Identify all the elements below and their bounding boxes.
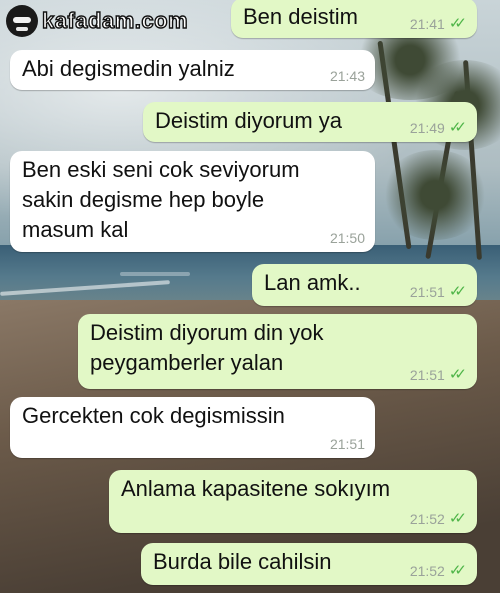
- read-receipt-icon: ✓✓: [448, 119, 467, 136]
- message-time: 21:49: [409, 120, 445, 136]
- message-text: Lan amk..: [264, 270, 361, 295]
- message-bubble-incoming[interactable]: Ben eski seni cok seviyorum sakin degism…: [10, 151, 375, 252]
- message-time: 21:52: [409, 563, 445, 579]
- message-bubble-outgoing[interactable]: Deistim diyorum ya 21:49 ✓✓: [143, 102, 477, 142]
- message-text: Ben eski seni cok seviyorum sakin degism…: [22, 157, 300, 242]
- message-bubble-outgoing[interactable]: Burda bile cahilsin 21:52 ✓✓: [141, 543, 477, 585]
- logo-text: kafadam.com: [41, 7, 189, 33]
- message-text: Abi degismedin yalniz: [22, 56, 235, 81]
- read-receipt-icon: ✓✓: [448, 366, 467, 383]
- read-receipt-icon: ✓✓: [448, 15, 467, 32]
- message-bubble-incoming[interactable]: Gercekten cok degismissin 21:51: [10, 397, 375, 458]
- message-time: 21:51: [409, 367, 445, 383]
- message-bubble-incoming[interactable]: Abi degismedin yalniz 21:43: [10, 50, 375, 90]
- message-text: Anlama kapasitene sokıyım: [121, 476, 391, 501]
- read-receipt-icon: ✓✓: [448, 562, 467, 579]
- face-icon: [6, 5, 38, 37]
- message-text: Deistim diyorum ya: [155, 108, 343, 133]
- message-time: 21:43: [329, 68, 365, 84]
- read-receipt-icon: ✓✓: [448, 510, 467, 527]
- message-time: 21:51: [329, 436, 365, 452]
- message-text: Ben deistim: [243, 4, 358, 29]
- message-bubble-outgoing[interactable]: Deistim diyorum din yok peygamberler yal…: [78, 314, 477, 389]
- read-receipt-icon: ✓✓: [448, 283, 467, 300]
- message-time: 21:52: [409, 511, 445, 527]
- message-bubble-outgoing[interactable]: Lan amk.. 21:51 ✓✓: [252, 264, 477, 306]
- message-time: 21:51: [409, 284, 445, 300]
- message-time: 21:50: [329, 230, 365, 246]
- message-text: Gercekten cok degismissin: [22, 403, 285, 428]
- watermark-logo: kafadam.com: [6, 3, 188, 39]
- message-bubble-outgoing[interactable]: Anlama kapasitene sokıyım 21:52 ✓✓: [109, 470, 477, 533]
- message-text: Deistim diyorum din yok peygamberler yal…: [90, 320, 324, 375]
- message-text: Burda bile cahilsin: [153, 549, 332, 574]
- message-time: 21:41: [409, 16, 445, 32]
- message-bubble-outgoing[interactable]: Ben deistim 21:41 ✓✓: [231, 0, 477, 38]
